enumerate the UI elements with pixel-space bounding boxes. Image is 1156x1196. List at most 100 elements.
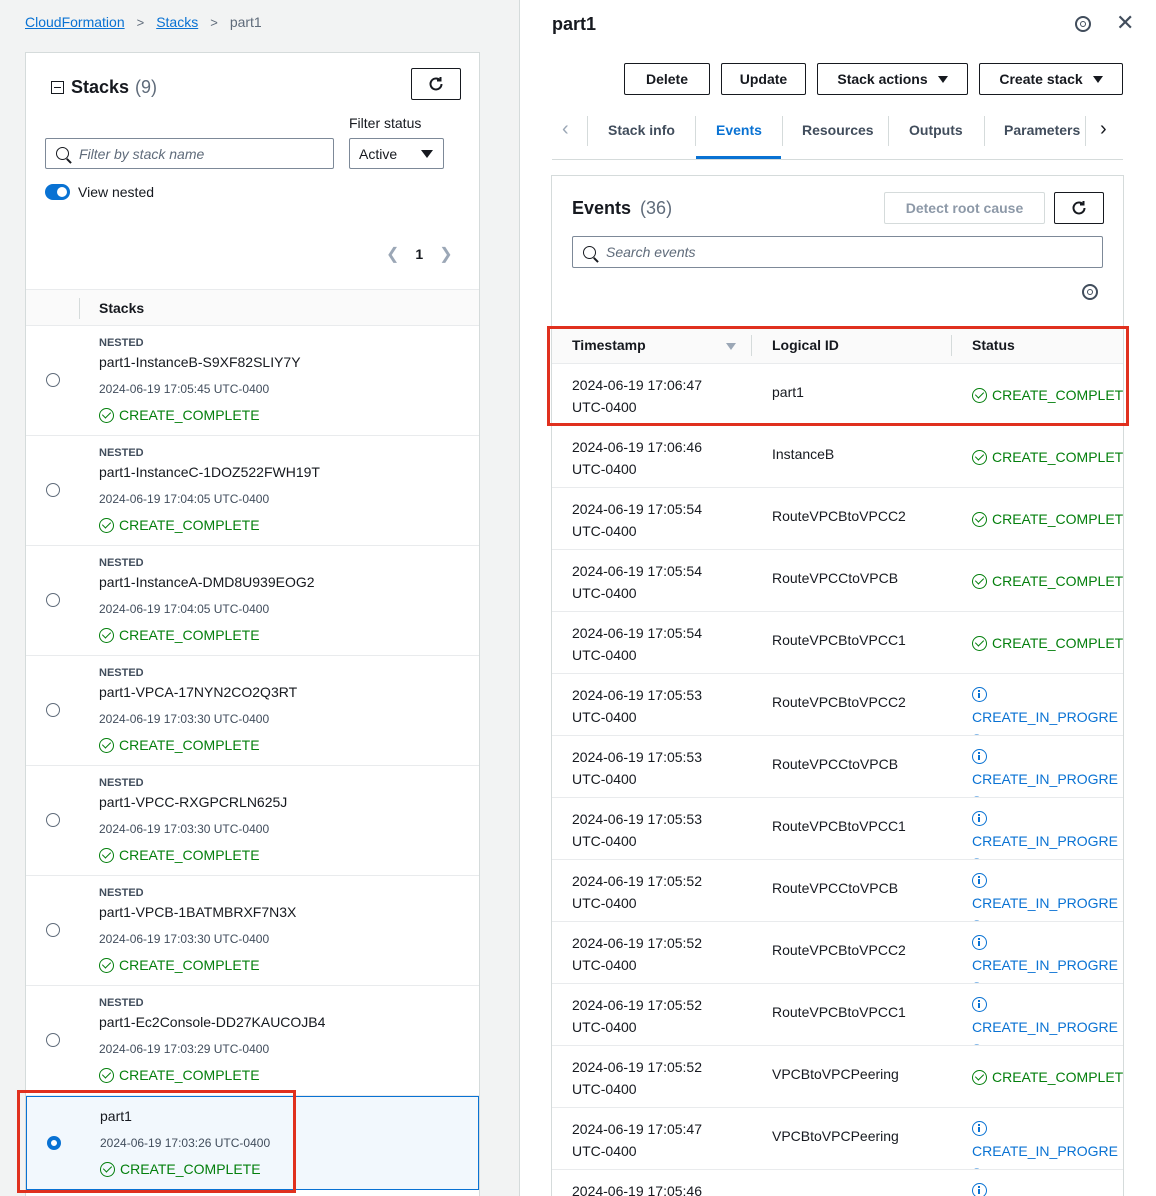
status-badge: CREATE_COMPLETE — [99, 737, 260, 753]
logical-id-column-header[interactable]: Logical ID — [772, 337, 839, 353]
sort-descending-icon[interactable] — [726, 343, 736, 350]
events-search-input[interactable]: Search events — [572, 236, 1103, 268]
tab-stack-info[interactable]: Stack info — [608, 122, 675, 138]
status-badge: CREATE_COMPLETE — [972, 632, 1123, 654]
column-divider[interactable] — [951, 335, 952, 356]
event-row[interactable]: 2024-06-19 17:05:53 UTC-0400 RouteVPCCtoVP… — [552, 736, 1123, 798]
stack-select-radio[interactable] — [46, 923, 60, 937]
stack-row[interactable]: NESTED part1-VPCC-RXGPCRLN625J 2024-06-19 … — [26, 766, 479, 876]
stack-select-radio[interactable] — [46, 373, 60, 387]
status-text: CREATE_COMPLETE — [992, 635, 1123, 651]
tab-outputs[interactable]: Outputs — [909, 122, 963, 138]
status-text: CREATE_IN_PROGRE — [972, 771, 1118, 787]
create-stack-button[interactable]: Create stack — [979, 63, 1123, 95]
close-icon[interactable]: ✕ — [1116, 12, 1134, 34]
chevron-right-icon[interactable]: ❯ — [439, 244, 452, 264]
gear-icon[interactable] — [1075, 16, 1091, 32]
stack-row[interactable]: NESTED part1-Ec2Console-DD27KAUCOJB4 2024-… — [26, 986, 479, 1096]
status-text: CREATE_COMPLETE — [119, 517, 260, 533]
event-row[interactable]: 2024-06-19 17:06:46 UTC-0400 InstanceB CREA… — [552, 426, 1123, 488]
stack-actions-button[interactable]: Stack actions — [817, 63, 968, 95]
status-text: CREATE_IN_PROGRE — [972, 1143, 1118, 1159]
check-circle-icon — [99, 847, 114, 863]
event-logical-id: RouteVPCBtoVPCC1 — [772, 1004, 906, 1020]
chevron-right-icon: > — [136, 14, 145, 30]
status-text: CREATE_COMPLETE — [120, 1161, 261, 1177]
event-timestamp: 2024-06-19 17:05:47 UTC-0400 — [572, 1118, 702, 1162]
event-row[interactable]: 2024-06-19 17:06:47 UTC-0400 part1 CREATE_C… — [552, 364, 1123, 426]
stack-row[interactable]: NESTED part1-InstanceA-DMD8U939EOG2 2024-0… — [26, 546, 479, 656]
chevron-right-icon[interactable]: › — [1100, 118, 1107, 141]
tab-divider — [782, 116, 783, 146]
update-button[interactable]: Update — [721, 63, 806, 95]
event-timestamp: 2024-06-19 17:05:54 UTC-0400 — [572, 498, 702, 542]
event-timestamp-date: 2024-06-19 17:06:46 — [572, 439, 702, 455]
stack-filter-input[interactable]: Filter by stack name — [45, 138, 334, 169]
breadcrumb-stacks[interactable]: Stacks — [156, 14, 198, 30]
view-nested-toggle[interactable] — [45, 184, 70, 200]
breadcrumb-cloudformation[interactable]: CloudFormation — [25, 14, 125, 30]
stack-select-radio[interactable] — [46, 593, 60, 607]
refresh-stacks-button[interactable] — [411, 68, 461, 100]
stack-row[interactable]: NESTED part1-InstanceB-S9XF82SLIY7Y 2024-0… — [26, 326, 479, 436]
nested-label: NESTED — [99, 997, 144, 1009]
event-timestamp: 2024-06-19 17:05:52 UTC-0400 — [572, 870, 702, 914]
stack-row[interactable]: NESTED part1-InstanceC-1DOZ522FWH19T 2024-… — [26, 436, 479, 546]
stack-select-radio[interactable] — [46, 813, 60, 827]
status-badge: CREATE_COMPLETE — [972, 384, 1123, 406]
collapse-icon[interactable] — [51, 81, 64, 94]
event-row[interactable]: 2024-06-19 17:05:52 UTC-0400 RouteVPCBtoVP… — [552, 984, 1123, 1046]
status-text: CREATE_IN_PROGRE — [972, 957, 1118, 973]
event-timestamp: 2024-06-19 17:05:53 UTC-0400 — [572, 808, 702, 852]
refresh-events-button[interactable] — [1054, 192, 1104, 224]
check-circle-icon — [99, 957, 114, 973]
tab-events[interactable]: Events — [716, 122, 762, 138]
status-text: CREATE_COMPLETE — [992, 573, 1123, 589]
event-timestamp-tz: UTC-0400 — [572, 461, 637, 477]
event-row[interactable]: 2024-06-19 17:05:53 UTC-0400 RouteVPCBtoVP… — [552, 674, 1123, 736]
breadcrumb-current: part1 — [229, 14, 262, 30]
tab-resources[interactable]: Resources — [802, 122, 874, 138]
stack-select-radio[interactable] — [46, 1033, 60, 1047]
status-badge: CREATE_IN_PROGRES — [972, 808, 1123, 859]
event-row[interactable]: 2024-06-19 17:05:54 UTC-0400 RouteVPCCtoVP… — [552, 550, 1123, 612]
current-page[interactable]: 1 — [415, 246, 423, 262]
status-column-header[interactable]: Status — [972, 337, 1015, 353]
status-text: CREATE_COMPLETE — [992, 511, 1123, 527]
stack-row[interactable]: NESTED part1-VPCB-1BATMBRXF7N3X 2024-06-19… — [26, 876, 479, 986]
event-logical-id: VPCBtoVPCPeering — [772, 1066, 899, 1082]
delete-button[interactable]: Delete — [624, 63, 710, 95]
event-row[interactable]: 2024-06-19 17:05:52 UTC-0400 RouteVPCBtoVP… — [552, 922, 1123, 984]
event-logical-id: RouteVPCBtoVPCC2 — [772, 942, 906, 958]
filter-status-select[interactable]: Active — [349, 138, 444, 169]
event-row[interactable]: 2024-06-19 17:05:53 UTC-0400 RouteVPCBtoVP… — [552, 798, 1123, 860]
stacks-column-header: Stacks — [99, 300, 145, 316]
stack-select-radio[interactable] — [47, 1136, 61, 1150]
event-row[interactable]: 2024-06-19 17:05:52 UTC-0400 RouteVPCCtoVP… — [552, 860, 1123, 922]
stack-row[interactable]: part1 2024-06-19 17:03:26 UTC-0400 CREATE_… — [26, 1096, 479, 1190]
filter-status-label: Filter status — [349, 115, 422, 131]
event-row[interactable]: 2024-06-19 17:05:54 UTC-0400 RouteVPCBtoVP… — [552, 488, 1123, 550]
stack-row[interactable]: NESTED part1-VPCA-17NYN2CO2Q3RT 2024-06-19… — [26, 656, 479, 766]
event-logical-id: RouteVPCBtoVPCC1 — [772, 818, 906, 834]
stack-select-radio[interactable] — [46, 703, 60, 717]
check-circle-icon — [972, 1069, 987, 1085]
event-row[interactable]: 2024-06-19 17:05:54 UTC-0400 RouteVPCBtoVP… — [552, 612, 1123, 674]
tab-parameters[interactable]: Parameters — [1004, 122, 1080, 138]
detect-root-cause-button[interactable]: Detect root cause — [884, 192, 1045, 224]
status-badge: CREATE_IN_PROGRES — [972, 746, 1123, 797]
status-badge: CREATE_COMPLETE — [972, 570, 1123, 592]
event-timestamp-date: 2024-06-19 17:06:47 — [572, 377, 702, 393]
event-row[interactable]: 2024-06-19 17:05:46 CREATE_IN_PROGRE — [552, 1170, 1123, 1196]
chevron-left-icon[interactable]: ‹ — [562, 118, 569, 141]
event-row[interactable]: 2024-06-19 17:05:52 UTC-0400 VPCBtoVPCPeer… — [552, 1046, 1123, 1108]
event-row[interactable]: 2024-06-19 17:05:47 UTC-0400 VPCBtoVPCPeer… — [552, 1108, 1123, 1170]
chevron-left-icon[interactable]: ❮ — [386, 244, 399, 264]
table-settings-gear-icon[interactable] — [1082, 284, 1098, 300]
column-divider[interactable] — [751, 335, 752, 356]
info-circle-icon — [972, 749, 987, 764]
stack-select-radio[interactable] — [46, 483, 60, 497]
event-timestamp-date: 2024-06-19 17:05:54 — [572, 563, 702, 579]
column-divider — [79, 298, 80, 319]
timestamp-column-header[interactable]: Timestamp — [572, 337, 646, 353]
